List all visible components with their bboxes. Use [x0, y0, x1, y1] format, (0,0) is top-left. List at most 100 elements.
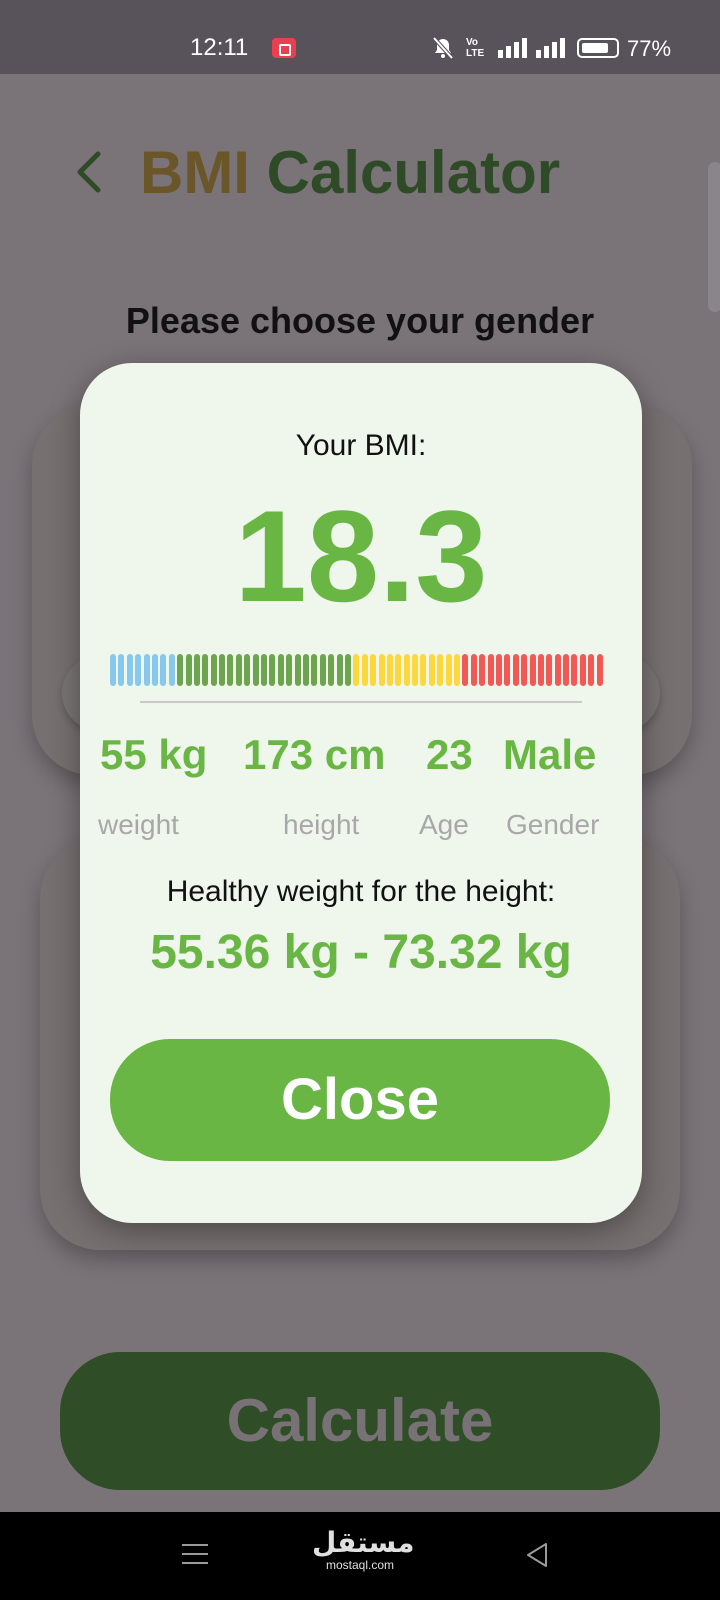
bmi-scale-segment: [370, 654, 377, 686]
bmi-scale-segment: [269, 654, 276, 686]
weight-label: weight: [98, 809, 179, 840]
mute-bell-icon: [432, 36, 454, 60]
bmi-value: 18.3: [234, 483, 488, 629]
gender-label: Gender: [506, 809, 600, 840]
title-calculator: Calculator: [266, 139, 561, 206]
bmi-scale-segment: [319, 654, 326, 686]
back-triangle-icon[interactable]: [524, 1542, 550, 1568]
healthy-weight-label: Healthy weight for the height:: [166, 875, 556, 908]
bmi-scale-segment: [110, 654, 116, 686]
volte-line1: Vo: [466, 37, 479, 48]
bmi-scale-segment: [261, 654, 268, 686]
bmi-scale-segment: [294, 654, 301, 686]
volte-icon: Vo LTE: [466, 37, 484, 59]
bmi-scale-segment: [193, 654, 200, 686]
bmi-scale-segment: [151, 654, 158, 686]
bmi-scale-segment: [244, 654, 251, 686]
bmi-scale-segment: [118, 654, 125, 686]
healthy-weight-range: 55.36 kg - 73.32 kg: [150, 926, 572, 979]
bmi-scale-segment: [160, 654, 167, 686]
calculate-button[interactable]: Calculate: [60, 1352, 660, 1490]
bmi-scale-segment: [495, 654, 502, 686]
bmi-scale-segment: [353, 654, 360, 686]
home-button[interactable]: مستقل mostaql.com: [312, 1527, 415, 1573]
bmi-result-dialog: Your BMI: 18.3 55 kg 173 cm 23 Male weig…: [80, 363, 642, 1223]
bmi-scale-segment: [395, 654, 402, 686]
bmi-scale-segment: [537, 654, 544, 686]
bmi-scale-segment: [378, 654, 385, 686]
height-label: height: [283, 809, 360, 840]
navigation-bar: مستقل mostaql.com: [0, 1512, 720, 1600]
weight-value: 55 kg: [100, 731, 208, 778]
bmi-scale-segment: [126, 654, 133, 686]
bmi-scale-segment: [210, 654, 217, 686]
volte-line2: LTE: [466, 48, 485, 59]
bmi-scale-segment: [521, 654, 528, 686]
bmi-scale-segment: [529, 654, 536, 686]
bmi-scale-segment: [479, 654, 486, 686]
battery-percent: 77%: [627, 36, 672, 61]
menu-icon[interactable]: [182, 1542, 208, 1566]
bmi-scale-segment: [135, 654, 142, 686]
close-button[interactable]: Close: [110, 1039, 610, 1161]
page-title: BMI Calculator: [140, 138, 560, 207]
bmi-scale-segment: [412, 654, 419, 686]
bmi-scale-segment: [286, 654, 293, 686]
chevron-left-icon[interactable]: [74, 150, 104, 194]
bmi-scale-segment: [445, 654, 452, 686]
signal-icon: [536, 38, 565, 58]
bmi-scale-segment: [571, 654, 578, 686]
status-time: 12:11: [190, 34, 249, 61]
bmi-scale-segment: [302, 654, 309, 686]
status-bar: 12:11 Vo LTE 77%: [0, 0, 720, 74]
bmi-scale-segment: [554, 654, 561, 686]
bmi-scale: [110, 654, 605, 686]
home-logo-sub: mostaql.com: [325, 1558, 395, 1572]
bmi-scale-segment: [437, 654, 444, 686]
bmi-scale-segment: [470, 654, 477, 686]
title-bmi: BMI: [140, 139, 250, 206]
battery-level: [582, 43, 609, 53]
home-logo: مستقل: [312, 1527, 415, 1558]
bmi-scale-segment: [403, 654, 410, 686]
gender-value: Male: [503, 731, 597, 778]
height-value: 173 cm: [243, 731, 386, 778]
bmi-scale-segment: [235, 654, 242, 686]
bmi-scale-segment: [462, 654, 469, 686]
bmi-scale-segment: [328, 654, 335, 686]
bmi-scale-segment: [361, 654, 368, 686]
bmi-scale-segment: [344, 654, 351, 686]
bmi-scale-segment: [185, 654, 192, 686]
divider: [140, 701, 582, 703]
bmi-scale-segment: [386, 654, 393, 686]
bmi-scale-segment: [428, 654, 435, 686]
bmi-scale-segment: [227, 654, 234, 686]
age-label: Age: [419, 809, 469, 840]
bmi-scale-segment: [168, 654, 175, 686]
battery-icon: [577, 38, 619, 58]
gender-prompt: Please choose your gender: [125, 300, 595, 341]
bmi-scale-segment: [546, 654, 553, 686]
screen-record-icon: [272, 38, 296, 58]
scroll-handle[interactable]: [708, 162, 720, 312]
bmi-scale-segment: [202, 654, 209, 686]
bmi-scale-segment: [177, 654, 184, 686]
bmi-scale-segment: [143, 654, 150, 686]
bmi-scale-segment: [454, 654, 461, 686]
bmi-scale-segment: [596, 654, 603, 686]
bmi-scale-segment: [311, 654, 318, 686]
bmi-scale-segment: [252, 654, 259, 686]
bmi-scale-segment: [563, 654, 570, 686]
bmi-scale-segment: [420, 654, 427, 686]
bmi-scale-segment: [588, 654, 595, 686]
signal-icon: [498, 38, 527, 58]
bmi-scale-segment: [504, 654, 511, 686]
bmi-scale-segment: [336, 654, 343, 686]
bmi-scale-segment: [512, 654, 519, 686]
age-value: 23: [426, 731, 473, 778]
bmi-scale-segment: [579, 654, 586, 686]
bmi-scale-segment: [277, 654, 284, 686]
bmi-scale-segment: [219, 654, 226, 686]
bmi-scale-segment: [487, 654, 494, 686]
bmi-label: Your BMI:: [295, 429, 427, 462]
